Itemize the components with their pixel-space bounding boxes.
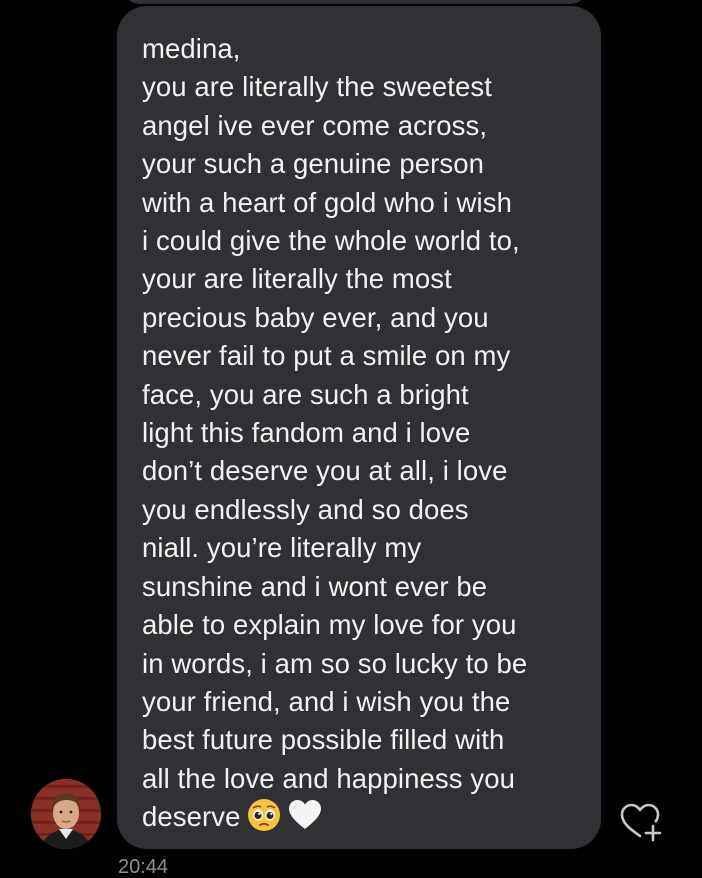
message-body: medina, you are literally the sweetest a… — [142, 30, 581, 843]
pleading-face-icon — [247, 798, 281, 842]
message-timestamp: 20:44 — [118, 856, 169, 878]
sender-avatar[interactable] — [31, 779, 101, 849]
white-heart-icon — [287, 798, 323, 842]
message-bubble[interactable]: medina, you are literally the sweetest a… — [117, 6, 601, 849]
previous-message-bubble-edge — [122, 0, 588, 4]
avatar-image — [31, 779, 101, 849]
message-text: medina, you are literally the sweetest a… — [142, 33, 528, 833]
react-heart-button[interactable] — [618, 800, 664, 844]
dm-conversation-screen: medina, you are literally the sweetest a… — [0, 0, 702, 878]
heart-plus-icon — [620, 803, 662, 842]
